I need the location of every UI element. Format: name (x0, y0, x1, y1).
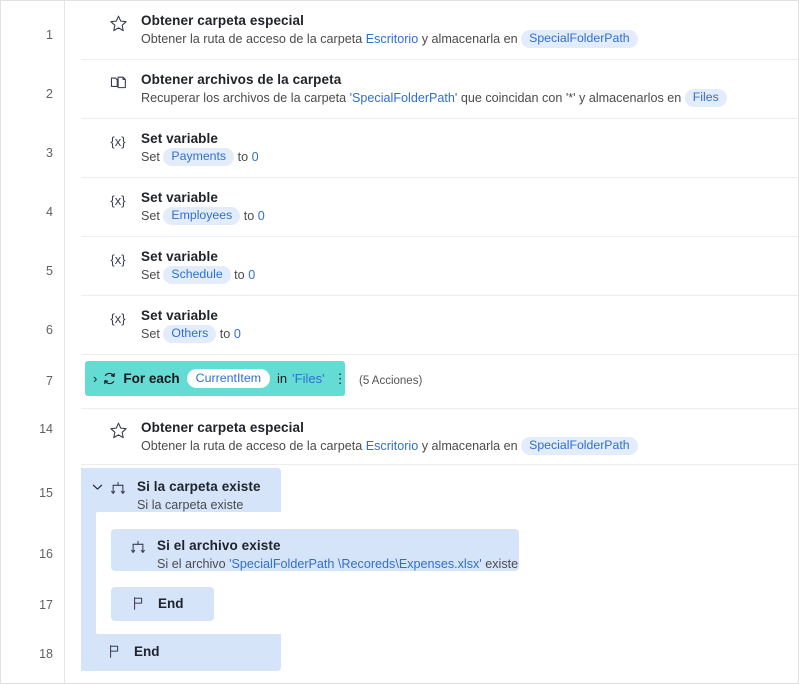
condition-icon (105, 478, 131, 498)
variable-pill[interactable]: Payments (163, 148, 235, 166)
loop-title: For each (123, 371, 180, 386)
action-subtitle: Obtener la ruta de acceso de la carpeta … (141, 436, 638, 455)
action-subtitle: Set Schedule to 0 (141, 266, 256, 284)
action-subtitle: Set Payments to 0 (141, 148, 259, 166)
value-number: 0 (257, 209, 265, 223)
variable-pill[interactable]: Employees (163, 207, 241, 225)
action-title: Obtener carpeta especial (141, 419, 304, 435)
line-number-7: 7 (46, 374, 53, 388)
variable-pill[interactable]: SpecialFolderPath (521, 436, 638, 455)
variable-pill[interactable]: SpecialFolderPath (521, 30, 638, 48)
line-number-1: 1 (46, 28, 53, 42)
action-row-3[interactable]: {x} Set variable Set Payments to 0 (81, 119, 798, 178)
action-row-18-end[interactable]: End (101, 643, 160, 660)
star-icon (105, 12, 131, 33)
action-row-15-if-folder-exists[interactable]: Si la carpeta existe Si la carpeta exist… (89, 478, 261, 514)
collapse-chevron-icon[interactable] (89, 478, 105, 491)
action-subtitle: Obtener la ruta de acceso de la carpeta … (141, 30, 638, 48)
variable-icon: {x} (110, 252, 126, 267)
action-row-4[interactable]: {x} Set variable Set Employees to 0 (81, 178, 798, 237)
action-row-6[interactable]: {x} Set variable Set Others to 0 (81, 296, 798, 355)
variable-pill[interactable]: Schedule (163, 266, 231, 284)
line-number-5: 5 (46, 264, 53, 278)
loop-icon (101, 370, 118, 387)
variable-pill[interactable]: Others (163, 325, 217, 343)
flag-icon (101, 643, 127, 660)
action-subtitle: Set Others to 0 (141, 325, 241, 343)
link-specialfolderpath: 'SpecialFolderPath' (349, 91, 458, 105)
action-title: Set variable (141, 308, 218, 323)
line-number-17: 17 (39, 598, 53, 612)
link-file-path: 'SpecialFolderPath \Recoreds\Expenses.xl… (229, 557, 482, 571)
loop-variable-pill[interactable]: CurrentItem (186, 369, 271, 388)
line-number-gutter: 1 2 3 4 5 6 7 14 15 16 17 18 (1, 1, 65, 683)
action-row-1[interactable]: Obtener carpeta especial Obtener la ruta… (81, 1, 798, 60)
line-number-3: 3 (46, 146, 53, 160)
action-subtitle: Recuperar los archivos de la carpeta 'Sp… (141, 89, 727, 107)
action-row-7-for-each[interactable]: › For each CurrentItem in 'Files' ⋮ (85, 361, 347, 396)
action-title: Set variable (141, 131, 218, 146)
action-row-17-end[interactable]: End (125, 595, 184, 612)
end-label: End (158, 596, 184, 611)
expand-chevron-icon[interactable]: › (93, 371, 97, 386)
action-row-5[interactable]: {x} Set variable Set Schedule to 0 (81, 237, 798, 296)
action-title: Obtener carpeta especial (141, 13, 304, 28)
value-number: 0 (248, 268, 256, 282)
value-number: 0 (251, 150, 259, 164)
variable-icon: {x} (110, 193, 126, 208)
action-title: Obtener archivos de la carpeta (141, 72, 342, 87)
loop-action-count: (5 Acciones) (359, 375, 423, 387)
condition-icon (125, 537, 151, 557)
action-title: Set variable (141, 190, 218, 205)
action-subtitle: Si el archivo 'SpecialFolderPath \Recore… (157, 557, 519, 571)
action-title: Si el archivo existe (157, 538, 281, 553)
end-label: End (134, 644, 160, 659)
loop-collection: 'Files' (292, 371, 325, 386)
line-number-15: 15 (39, 486, 53, 500)
line-number-2: 2 (46, 87, 53, 101)
flow-designer-window: 1 2 3 4 5 6 7 14 15 16 17 18 Obtener car… (0, 0, 799, 684)
action-title: Si la carpeta existe (137, 479, 261, 494)
value-number: 0 (233, 327, 241, 341)
variable-icon: {x} (110, 311, 126, 326)
line-number-18: 18 (39, 647, 53, 661)
variable-icon: {x} (110, 134, 126, 149)
line-number-14: 14 (39, 422, 53, 436)
link-escritorio: Escritorio (365, 438, 419, 453)
line-number-4: 4 (46, 205, 53, 219)
more-options-icon[interactable]: ⋮ (334, 372, 347, 385)
action-subtitle: Si la carpeta existe (137, 498, 244, 512)
star-icon (105, 419, 131, 440)
action-row-14[interactable]: Obtener carpeta especial Obtener la ruta… (81, 409, 798, 465)
action-subtitle: Set Employees to 0 (141, 207, 265, 225)
line-number-6: 6 (46, 323, 53, 337)
loop-in-word: in (277, 371, 288, 386)
action-row-16-if-file-exists[interactable]: Si el archivo existe Si el archivo 'Spec… (125, 537, 518, 573)
line-number-16: 16 (39, 547, 53, 561)
flag-icon (125, 595, 151, 612)
variable-pill[interactable]: Files (684, 89, 727, 107)
link-escritorio: Escritorio (365, 32, 419, 46)
action-title: Set variable (141, 249, 218, 264)
copy-files-icon (105, 71, 131, 92)
action-row-2[interactable]: Obtener archivos de la carpeta Recuperar… (81, 60, 798, 119)
